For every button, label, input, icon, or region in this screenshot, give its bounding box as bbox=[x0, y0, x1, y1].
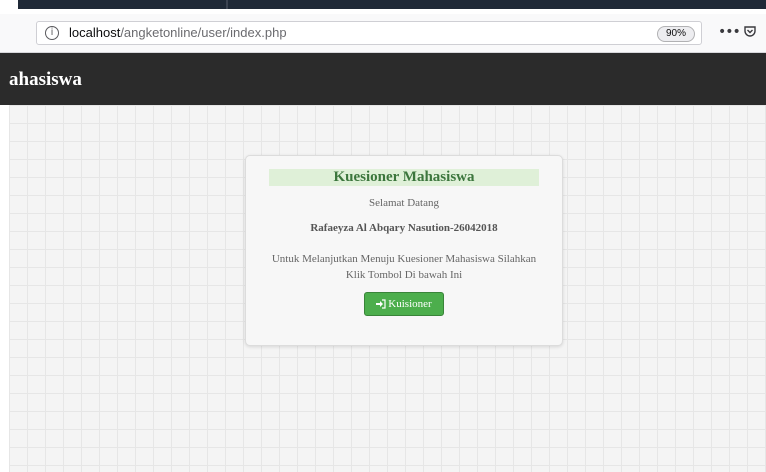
greeting-text: Selamat Datang bbox=[369, 197, 439, 209]
tab-divider bbox=[226, 0, 228, 9]
url-text[interactable]: localhost/angketonline/user/index.php bbox=[69, 25, 287, 40]
page-left-edge bbox=[0, 105, 9, 472]
instruction-text: Untuk Melanjutkan Menuju Kuesioner Mahas… bbox=[271, 253, 537, 281]
card-title: Kuesioner Mahasiswa bbox=[269, 169, 539, 186]
url-host: localhost bbox=[69, 25, 121, 40]
url-bar[interactable]: i localhost/angketonline/user/index.php … bbox=[36, 21, 702, 45]
info-icon[interactable]: i bbox=[45, 26, 59, 40]
site-brand[interactable]: ahasiswa bbox=[9, 69, 82, 91]
browser-toolbar: i localhost/angketonline/user/index.php … bbox=[0, 14, 766, 53]
pocket-icon[interactable] bbox=[743, 25, 757, 39]
more-icon[interactable]: ••• bbox=[718, 24, 741, 40]
tab-strip bbox=[18, 0, 766, 9]
kuisioner-button-label: Kuisioner bbox=[388, 298, 432, 310]
site-header: ahasiswa bbox=[0, 53, 766, 105]
kuisioner-button[interactable]: Kuisioner bbox=[364, 292, 444, 316]
questionnaire-card: Kuesioner Mahasiswa Selamat Datang Rafae… bbox=[245, 155, 563, 346]
sign-in-icon bbox=[376, 299, 386, 309]
url-path: /angketonline/user/index.php bbox=[120, 25, 287, 40]
window-top-strip bbox=[0, 0, 766, 14]
user-name: Rafaeyza Al Abqary Nasution-26042018 bbox=[310, 222, 498, 234]
zoom-badge[interactable]: 90% bbox=[657, 26, 695, 42]
